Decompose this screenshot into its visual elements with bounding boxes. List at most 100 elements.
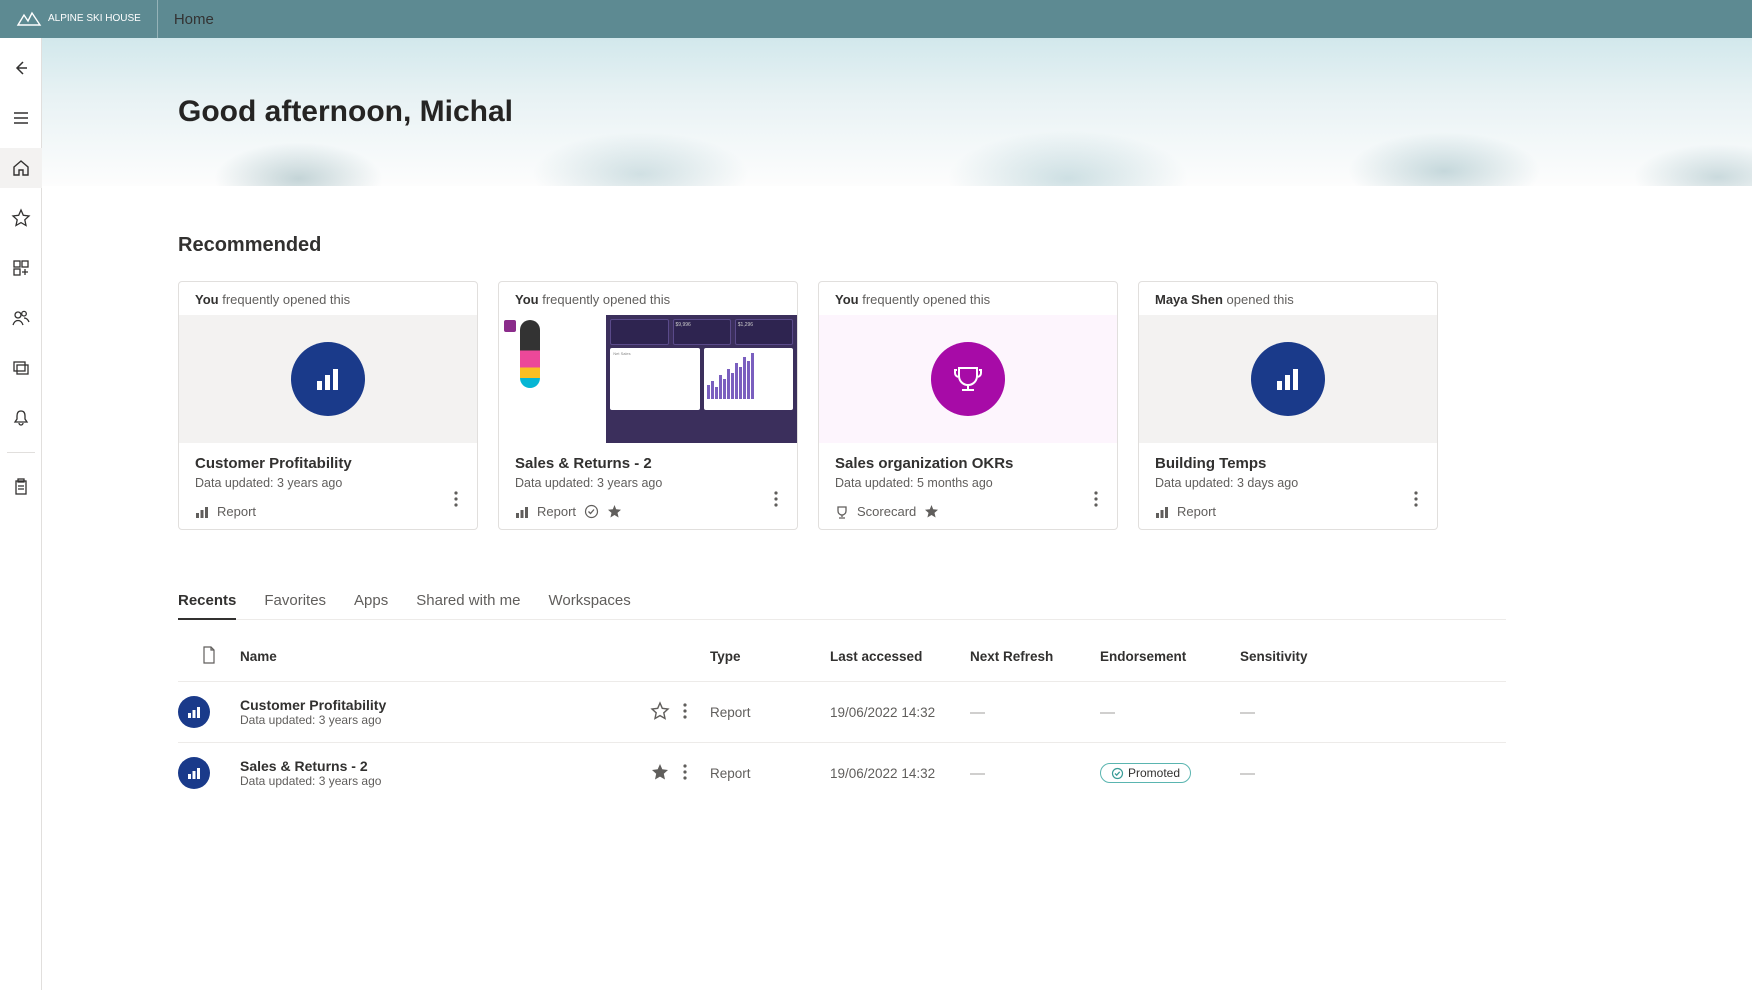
card-more-button[interactable]: [1085, 486, 1107, 515]
header-next-refresh[interactable]: Next Refresh: [970, 649, 1100, 664]
table-row[interactable]: Sales & Returns - 2 Data updated: 3 year…: [178, 742, 1506, 803]
row-type: Report: [710, 705, 830, 720]
row-subtitle: Data updated: 3 years ago: [240, 713, 640, 727]
tab-workspaces[interactable]: Workspaces: [548, 584, 630, 619]
back-button[interactable]: [0, 48, 42, 88]
hamburger-button[interactable]: [0, 98, 42, 138]
tab-shared[interactable]: Shared with me: [416, 584, 520, 619]
header-icon-col: [178, 646, 240, 667]
mountain-logo-icon: [16, 11, 42, 27]
tab-recents[interactable]: Recents: [178, 584, 236, 619]
favorite-toggle[interactable]: [650, 762, 670, 785]
nav-workspaces[interactable]: [0, 348, 42, 388]
row-title: Customer Profitability: [240, 697, 640, 713]
card-updated: Data updated: 3 years ago: [515, 476, 781, 490]
workspaces-icon: [11, 358, 31, 378]
row-endorsement: —: [1100, 704, 1240, 721]
recommended-card[interactable]: You frequently opened this $9,996$1,296 …: [498, 281, 798, 530]
hamburger-icon: [11, 108, 31, 128]
arrow-left-icon: [11, 58, 31, 78]
apps-icon: [11, 258, 31, 278]
table-header: Name Type Last accessed Next Refresh End…: [178, 630, 1506, 681]
hero-banner: Good afternoon, Michal: [42, 38, 1752, 186]
card-title: Sales & Returns - 2: [515, 455, 781, 472]
left-nav-rail: [0, 38, 42, 990]
card-updated: Data updated: 3 days ago: [1155, 476, 1421, 490]
header-endorsement[interactable]: Endorsement: [1100, 649, 1240, 664]
clipboard-icon: [11, 477, 31, 497]
nav-home[interactable]: [0, 148, 42, 188]
star-icon: [11, 208, 31, 228]
content-tabs: Recents Favorites Apps Shared with me Wo…: [178, 584, 1506, 620]
nav-clipboard[interactable]: [0, 467, 42, 507]
main-scroll: Good afternoon, Michal Recommended You f…: [42, 38, 1752, 990]
row-sensitivity: —: [1240, 765, 1370, 782]
card-more-button[interactable]: [765, 486, 787, 515]
row-refresh: —: [970, 704, 1100, 721]
recommended-title: Recommended: [178, 234, 1506, 257]
bars-small-icon: [195, 505, 209, 519]
card-title: Customer Profitability: [195, 455, 461, 472]
scorecard-icon: [931, 342, 1005, 416]
card-thumbnail-preview: $9,996$1,296 Net Sales: [499, 315, 797, 443]
row-subtitle: Data updated: 3 years ago: [240, 774, 640, 788]
more-vertical-icon: [769, 490, 783, 508]
more-vertical-icon: [1089, 490, 1103, 508]
certified-icon: [1111, 767, 1124, 780]
home-icon: [11, 158, 31, 178]
people-icon: [11, 308, 31, 328]
row-more-button[interactable]: [678, 763, 692, 784]
card-more-button[interactable]: [1405, 486, 1427, 515]
recommended-cards: You frequently opened this Customer Prof…: [178, 281, 1506, 530]
nav-favorites[interactable]: [0, 198, 42, 238]
header-name[interactable]: Name: [240, 649, 640, 664]
recommended-card[interactable]: Maya Shen opened this Building Temps Dat…: [1138, 281, 1438, 530]
card-reason: You frequently opened this: [819, 282, 1117, 315]
table-row[interactable]: Customer Profitability Data updated: 3 y…: [178, 681, 1506, 742]
card-title: Sales organization OKRs: [835, 455, 1101, 472]
card-reason: You frequently opened this: [179, 282, 477, 315]
report-icon: [178, 696, 210, 728]
star-filled-icon: [650, 762, 670, 782]
card-thumbnail: [179, 315, 477, 443]
card-reason: Maya Shen opened this: [1139, 282, 1437, 315]
row-sensitivity: —: [1240, 704, 1370, 721]
row-refresh: —: [970, 765, 1100, 782]
star-filled-icon[interactable]: [607, 504, 622, 519]
card-type: Report: [1155, 504, 1421, 519]
favorite-toggle[interactable]: [650, 701, 670, 724]
bars-small-icon: [515, 505, 529, 519]
star-outline-icon: [650, 701, 670, 721]
header-sensitivity[interactable]: Sensitivity: [1240, 649, 1370, 664]
report-icon: [291, 342, 365, 416]
bell-icon: [11, 408, 31, 428]
more-vertical-icon: [1409, 490, 1423, 508]
star-filled-icon[interactable]: [924, 504, 939, 519]
trophy-small-icon: [835, 505, 849, 519]
recommended-card[interactable]: You frequently opened this Sales organiz…: [818, 281, 1118, 530]
card-thumbnail: [1139, 315, 1437, 443]
row-last-accessed: 19/06/2022 14:32: [830, 766, 970, 781]
nav-notifications[interactable]: [0, 398, 42, 438]
card-type: Scorecard: [835, 504, 1101, 519]
report-icon: [1251, 342, 1325, 416]
tab-apps[interactable]: Apps: [354, 584, 388, 619]
certified-icon: [584, 504, 599, 519]
recommended-card[interactable]: You frequently opened this Customer Prof…: [178, 281, 478, 530]
brand-text: ALPINE SKI HOUSE: [48, 14, 141, 24]
tab-favorites[interactable]: Favorites: [264, 584, 326, 619]
report-icon: [178, 757, 210, 789]
row-type: Report: [710, 766, 830, 781]
card-reason: You frequently opened this: [499, 282, 797, 315]
row-last-accessed: 19/06/2022 14:32: [830, 705, 970, 720]
nav-apps[interactable]: [0, 248, 42, 288]
row-more-button[interactable]: [678, 702, 692, 723]
brand-logo[interactable]: ALPINE SKI HOUSE: [16, 0, 158, 38]
header-type[interactable]: Type: [710, 649, 830, 664]
topbar-home-label[interactable]: Home: [158, 11, 214, 28]
document-icon: [201, 646, 217, 664]
hero-greeting: Good afternoon, Michal: [178, 95, 513, 129]
card-more-button[interactable]: [445, 486, 467, 515]
header-last-accessed[interactable]: Last accessed: [830, 649, 970, 664]
nav-shared[interactable]: [0, 298, 42, 338]
